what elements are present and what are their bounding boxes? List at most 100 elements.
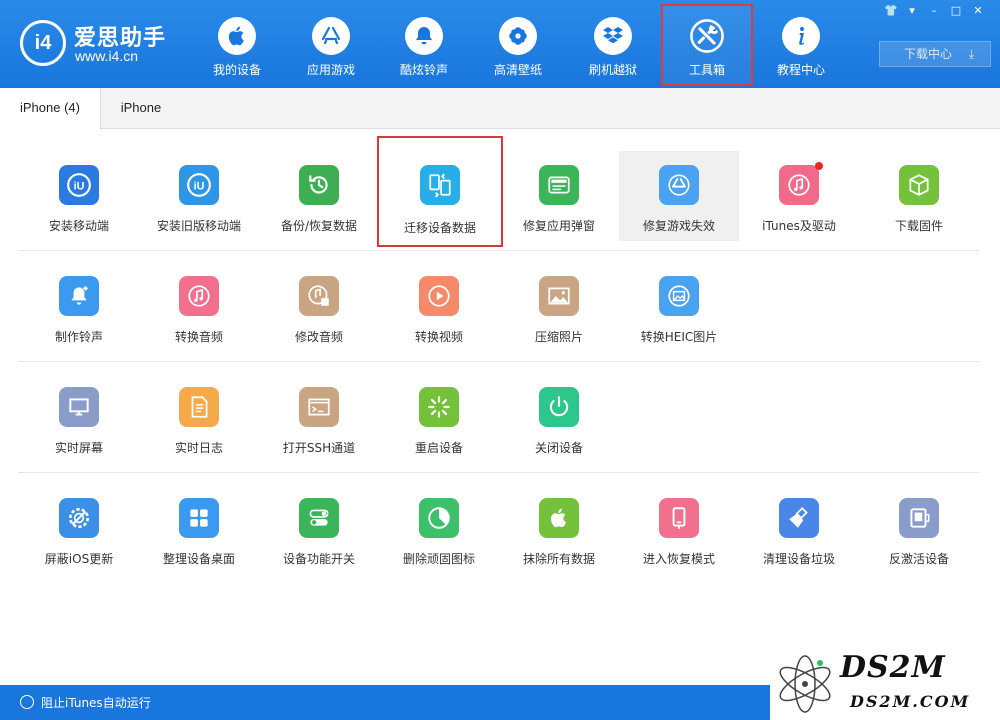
tool-label: 删除顽固图标 xyxy=(402,552,475,566)
tool-label: 转换视频 xyxy=(414,330,463,344)
download-arrow-icon: ⤓ xyxy=(968,47,974,61)
tool-label: 整理设备桌面 xyxy=(162,552,235,566)
tool-label: 打开SSH通道 xyxy=(282,441,356,455)
i4-old-icon: iU xyxy=(179,165,219,205)
tool-label: iTunes及驱动 xyxy=(762,219,836,233)
close-icon[interactable]: ✕ xyxy=(967,3,989,19)
grid-icon xyxy=(179,498,219,538)
skin-shirt-icon[interactable]: 👕 xyxy=(880,3,902,19)
minimize-icon[interactable]: – xyxy=(923,3,945,19)
radio-circle-icon[interactable] xyxy=(20,695,34,709)
restart-spinner-icon xyxy=(419,387,459,427)
tool-label: 压缩照片 xyxy=(534,330,583,344)
tool-download-firmware[interactable]: 下载固件 xyxy=(859,151,979,241)
nav-wallpapers[interactable]: 高清壁纸 xyxy=(472,0,564,88)
block-itunes-label[interactable]: 阻止iTunes自动运行 xyxy=(41,694,151,711)
nav-flash-jailbreak[interactable]: 刷机越狱 xyxy=(567,0,659,88)
tool-label: 下载固件 xyxy=(894,219,943,233)
tool-shutdown-device[interactable]: 关闭设备 xyxy=(499,373,619,463)
logo-badge: i4 xyxy=(20,20,66,66)
atom-logo-icon xyxy=(779,655,831,713)
tool-erase-all-data[interactable]: 抹除所有数据 xyxy=(499,484,619,574)
tool-recovery-mode[interactable]: 进入恢复模式 xyxy=(619,484,739,574)
tool-install-old-mobile[interactable]: iU 安装旧版移动端 xyxy=(139,151,259,241)
tool-label: 屏蔽iOS更新 xyxy=(44,552,114,566)
flower-icon xyxy=(499,17,537,55)
box-icon xyxy=(899,165,939,205)
tool-label: 修改音频 xyxy=(294,330,343,344)
tool-fix-app-popup[interactable]: 修复应用弹窗 xyxy=(499,151,619,241)
bell-icon xyxy=(405,17,443,55)
tool-organize-desktop[interactable]: 整理设备桌面 xyxy=(139,484,259,574)
nav-toolbox[interactable]: 工具箱 xyxy=(661,4,753,86)
tool-label: 设备功能开关 xyxy=(282,552,355,566)
menu-icon[interactable]: ▾ xyxy=(901,3,923,19)
tool-realtime-screen[interactable]: 实时屏幕 xyxy=(19,373,139,463)
heic-icon xyxy=(659,276,699,316)
download-center-button[interactable]: 下载中心 ⤓ xyxy=(879,41,991,67)
maximize-icon[interactable]: □ xyxy=(945,3,967,19)
tool-fix-game[interactable]: 修复游戏失效 xyxy=(619,151,739,241)
nav-apps-games[interactable]: 应用游戏 xyxy=(285,0,377,88)
i4-icon: iU xyxy=(59,165,99,205)
appleid-card-icon xyxy=(539,165,579,205)
tool-open-ssh[interactable]: 打开SSH通道 xyxy=(259,373,379,463)
nav-label: 酷炫铃声 xyxy=(399,63,448,77)
download-center-label: 下载中心 xyxy=(904,47,953,61)
tool-label: 清理设备垃圾 xyxy=(762,552,835,566)
svg-text:iU: iU xyxy=(194,180,205,192)
appstore-icon xyxy=(659,165,699,205)
tool-delete-icons[interactable]: 删除顽固图标 xyxy=(379,484,499,574)
tool-label: 转换音频 xyxy=(174,330,223,344)
power-icon xyxy=(539,387,579,427)
tool-edit-audio[interactable]: 修改音频 xyxy=(259,262,379,352)
top-header: i4 爱思助手 www.i4.cn 我的设备 应用游戏 酷炫铃声 高清壁纸 刷机… xyxy=(0,0,1000,88)
tool-label: 备份/恢复数据 xyxy=(280,219,358,233)
tool-restart-device[interactable]: 重启设备 xyxy=(379,373,499,463)
tool-label: 安装旧版移动端 xyxy=(156,219,241,233)
nav-tutorials[interactable]: 教程中心 xyxy=(755,0,847,88)
photo-icon xyxy=(539,276,579,316)
terminal-icon xyxy=(299,387,339,427)
tool-convert-heic[interactable]: 转换HEIC图片 xyxy=(619,262,739,352)
tool-backup-restore[interactable]: 备份/恢复数据 xyxy=(259,151,379,241)
nav-label: 刷机越狱 xyxy=(588,63,637,77)
tool-label: 修复应用弹窗 xyxy=(522,219,595,233)
nav-label: 应用游戏 xyxy=(306,63,355,77)
nav-label: 工具箱 xyxy=(688,63,725,77)
row-divider xyxy=(18,472,979,473)
tool-make-ringtone[interactable]: 制作铃声 xyxy=(19,262,139,352)
tool-deactivate-device[interactable]: 反激活设备 xyxy=(859,484,979,574)
nav-label: 教程中心 xyxy=(776,63,825,77)
watermark-small: DS2M.COM xyxy=(850,692,971,711)
toggle-icon xyxy=(299,498,339,538)
tool-label: 修复游戏失效 xyxy=(642,219,715,233)
tool-itunes-driver[interactable]: iTunes及驱动 xyxy=(739,151,859,241)
appstore-icon xyxy=(312,17,350,55)
backup-clock-icon xyxy=(299,165,339,205)
tool-label: 制作铃声 xyxy=(54,330,103,344)
nav-ringtones[interactable]: 酷炫铃声 xyxy=(378,0,470,88)
deactivate-icon xyxy=(899,498,939,538)
tool-label: 实时屏幕 xyxy=(54,441,103,455)
tab-iphone-4[interactable]: iPhone (4) xyxy=(0,88,101,130)
tool-install-mobile[interactable]: iU 安装移动端 xyxy=(19,151,139,241)
tool-label: 迁移设备数据 xyxy=(403,221,476,235)
device-tabbar: iPhone (4) iPhone xyxy=(0,88,1000,130)
tool-realtime-log[interactable]: 实时日志 xyxy=(139,373,259,463)
notification-dot xyxy=(815,162,823,170)
status-bar: 阻止iTunes自动运行 xyxy=(0,685,770,720)
nav-my-device[interactable]: 我的设备 xyxy=(191,0,283,88)
tool-migrate-data[interactable]: 迁移设备数据 xyxy=(377,136,503,247)
apple-icon xyxy=(218,17,256,55)
tool-feature-switch[interactable]: 设备功能开关 xyxy=(259,484,379,574)
logo: i4 爱思助手 www.i4.cn xyxy=(20,16,180,70)
tool-convert-audio[interactable]: 转换音频 xyxy=(139,262,259,352)
tool-compress-photo[interactable]: 压缩照片 xyxy=(499,262,619,352)
tool-convert-video[interactable]: 转换视频 xyxy=(379,262,499,352)
nav-label: 高清壁纸 xyxy=(493,63,542,77)
tool-block-ios-update[interactable]: 屏蔽iOS更新 xyxy=(19,484,139,574)
watermark: DS2M DS2M.COM xyxy=(770,648,1000,720)
tab-iphone[interactable]: iPhone xyxy=(101,88,181,129)
tool-clean-junk[interactable]: 清理设备垃圾 xyxy=(739,484,859,574)
